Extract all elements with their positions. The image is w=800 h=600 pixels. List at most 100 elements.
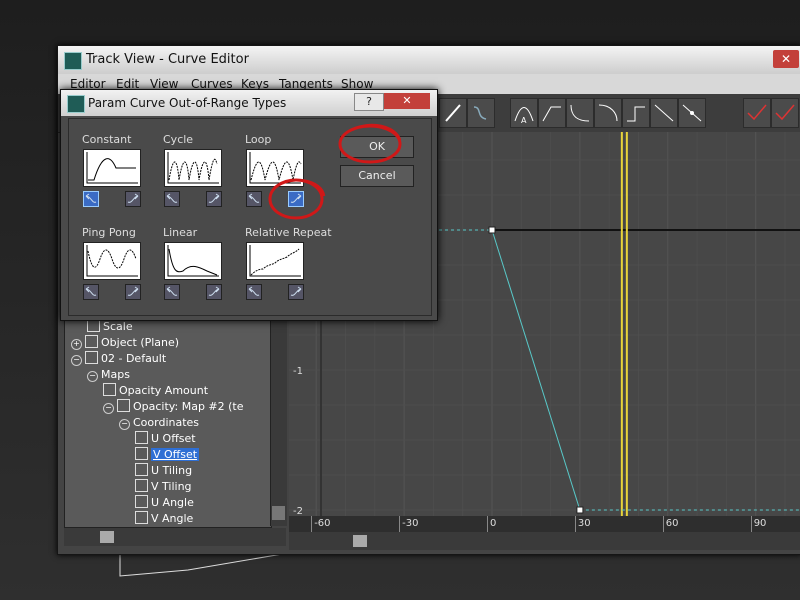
ruler-tick bbox=[662, 516, 664, 532]
oor-in-button[interactable] bbox=[83, 191, 99, 207]
dialog-title: Param Curve Out-of-Range Types bbox=[88, 96, 287, 110]
ruler-tick bbox=[399, 516, 401, 532]
tree-item-label: U Angle bbox=[151, 496, 194, 509]
slow-tangent-icon[interactable] bbox=[594, 98, 622, 128]
linear-tangent-icon[interactable] bbox=[650, 98, 678, 128]
plane-object-icon bbox=[85, 335, 98, 348]
tree-item[interactable]: + Object (Plane) bbox=[71, 335, 179, 351]
tree-item[interactable]: U Angle bbox=[135, 495, 194, 511]
time-ruler-label: 30 bbox=[577, 518, 591, 529]
tree-vertical-scrollbar[interactable] bbox=[270, 316, 287, 526]
step-tangent-icon[interactable] bbox=[622, 98, 650, 128]
tree-item[interactable]: U Offset bbox=[135, 431, 196, 447]
svg-text:A: A bbox=[521, 116, 527, 125]
oor-type-graph bbox=[164, 242, 222, 280]
tree-item[interactable]: − Opacity: Map #2 (te bbox=[103, 399, 244, 415]
show-tangents-icon[interactable] bbox=[743, 98, 771, 128]
curve-key[interactable] bbox=[576, 506, 584, 514]
help-button[interactable]: ? bbox=[354, 93, 384, 111]
tree-scroll-thumb[interactable] bbox=[272, 506, 285, 520]
tree-item[interactable]: Scale bbox=[87, 319, 133, 335]
oor-type-graph bbox=[246, 242, 304, 280]
ruler-tick bbox=[311, 516, 313, 532]
value-axis-label: -1 bbox=[293, 366, 303, 377]
tree-item[interactable]: − 02 - Default bbox=[71, 351, 166, 367]
custom-tangent-icon[interactable] bbox=[538, 98, 566, 128]
time-ruler-label: 0 bbox=[490, 518, 497, 529]
tree-item-label: V Tiling bbox=[151, 480, 192, 493]
tree-item[interactable]: − Maps bbox=[87, 367, 130, 383]
tree-item-label: Coordinates bbox=[133, 416, 200, 429]
auto-tangent-icon[interactable]: A bbox=[510, 98, 538, 128]
oor-out-button[interactable] bbox=[206, 191, 222, 207]
tree-item-label: V Angle bbox=[151, 512, 194, 525]
tree-item-label: Opacity Amount bbox=[119, 384, 209, 397]
ruler-tick bbox=[574, 516, 576, 532]
tree-item[interactable]: U Tiling bbox=[135, 463, 192, 479]
oor-type-label: Ping Pong bbox=[82, 226, 136, 239]
tree-item-label: Scale bbox=[103, 320, 133, 333]
oor-type-label: Cycle bbox=[163, 133, 194, 146]
track-icon bbox=[135, 463, 148, 476]
oor-out-button[interactable] bbox=[125, 284, 141, 300]
tree-item[interactable]: Opacity Amount bbox=[103, 383, 208, 399]
oor-type-graph bbox=[83, 242, 141, 280]
tree-item[interactable]: V Offset bbox=[135, 447, 200, 463]
oor-type-label: Linear bbox=[163, 226, 198, 239]
tree-hscroll-thumb[interactable] bbox=[100, 531, 114, 543]
time-ruler-label: -30 bbox=[402, 518, 419, 529]
oor-out-button[interactable] bbox=[125, 191, 141, 207]
app-icon bbox=[64, 52, 82, 70]
tree-item-label: Opacity: Map #2 (te bbox=[133, 400, 244, 413]
oor-type-graph bbox=[164, 149, 222, 187]
dialog-close-button[interactable]: ✕ bbox=[384, 93, 430, 109]
oor-type-label: Loop bbox=[245, 133, 272, 146]
track-icon bbox=[135, 479, 148, 492]
fast-tangent-icon[interactable] bbox=[566, 98, 594, 128]
time-ruler-label: 60 bbox=[665, 518, 679, 529]
oor-type-label: Constant bbox=[82, 133, 132, 146]
loop-out-highlight-circle bbox=[268, 178, 326, 220]
track-icon bbox=[135, 431, 148, 444]
close-button[interactable]: ✕ bbox=[773, 50, 799, 68]
tree-item-label: 02 - Default bbox=[101, 352, 167, 365]
tree-item[interactable]: V Angle bbox=[135, 511, 193, 527]
smooth-tangent-icon[interactable] bbox=[678, 98, 706, 128]
oor-in-button[interactable] bbox=[164, 191, 180, 207]
collapse-icon[interactable]: − bbox=[71, 355, 82, 366]
oor-in-button[interactable] bbox=[83, 284, 99, 300]
track-icon bbox=[135, 447, 148, 460]
track-view-titlebar[interactable]: Track View - Curve Editor ✕ bbox=[58, 46, 800, 74]
oor-in-button[interactable] bbox=[246, 191, 262, 207]
oor-out-button[interactable] bbox=[206, 284, 222, 300]
material-icon bbox=[85, 351, 98, 364]
oor-type-label: Relative Repeat bbox=[245, 226, 332, 239]
oor-in-button[interactable] bbox=[246, 284, 262, 300]
ruler-tick bbox=[487, 516, 488, 532]
app-icon bbox=[67, 95, 85, 113]
collapse-icon[interactable]: − bbox=[119, 419, 130, 430]
oor-type-graph bbox=[83, 149, 141, 187]
collapse-icon[interactable]: − bbox=[87, 371, 98, 382]
oor-out-button[interactable] bbox=[288, 284, 304, 300]
graph-horizontal-scrollbar[interactable] bbox=[289, 532, 800, 550]
track-icon bbox=[103, 383, 116, 396]
tree-item-label: U Offset bbox=[151, 432, 196, 445]
track-icon bbox=[135, 511, 148, 524]
reduce-keys-icon[interactable] bbox=[467, 98, 495, 128]
tree-horizontal-scrollbar[interactable] bbox=[64, 528, 286, 546]
collapse-icon[interactable]: − bbox=[103, 403, 114, 414]
draw-curves-icon[interactable] bbox=[439, 98, 467, 128]
expand-icon[interactable]: + bbox=[71, 339, 82, 350]
window-title: Track View - Curve Editor bbox=[86, 52, 249, 67]
graph-hscroll-thumb[interactable] bbox=[353, 535, 367, 547]
curve-key[interactable] bbox=[488, 226, 496, 234]
oor-in-button[interactable] bbox=[164, 284, 180, 300]
tree-item-label: Object (Plane) bbox=[101, 336, 180, 349]
tree-item[interactable]: V Tiling bbox=[135, 479, 192, 495]
lock-tangents-icon[interactable] bbox=[771, 98, 799, 128]
dialog-titlebar[interactable]: Param Curve Out-of-Range Types ? ✕ bbox=[61, 90, 437, 116]
time-ruler[interactable]: -60 -30 0 30 60 90 bbox=[289, 516, 800, 532]
tree-item-label: V Offset bbox=[151, 448, 200, 461]
tree-item[interactable]: − Coordinates bbox=[119, 415, 199, 431]
